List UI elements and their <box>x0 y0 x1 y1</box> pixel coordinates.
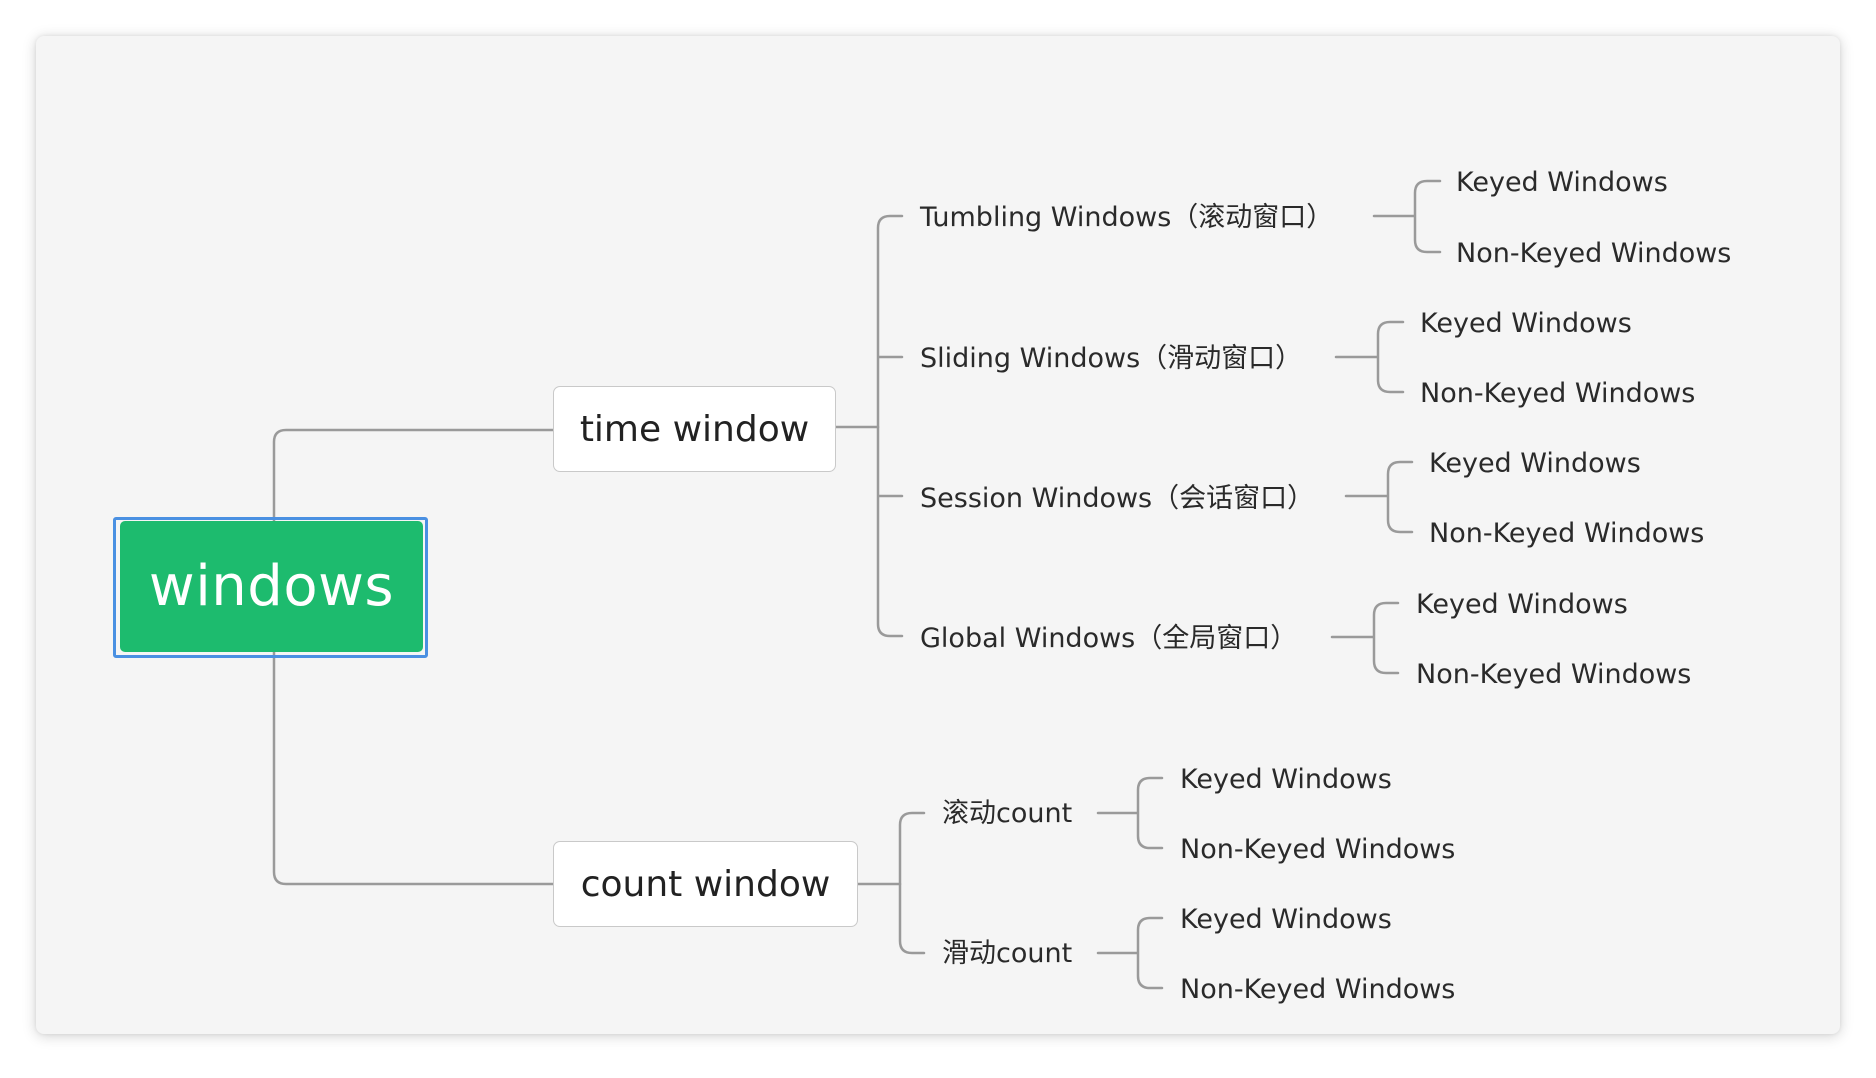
root-node-windows[interactable]: windows <box>120 521 423 652</box>
node-session-windows[interactable]: Session Windows（会话窗口） <box>920 485 1314 512</box>
node-sliding-count[interactable]: 滑动count <box>942 940 1072 967</box>
leaf-tumbling-count-non-keyed[interactable]: Non-Keyed Windows <box>1180 836 1455 863</box>
node-sliding-windows[interactable]: Sliding Windows（滑动窗口） <box>920 345 1302 372</box>
leaf-tumbling-count-keyed[interactable]: Keyed Windows <box>1180 766 1392 793</box>
connector-root-time <box>272 428 555 523</box>
connector-sliding <box>1334 320 1405 394</box>
node-count-window-label: count window <box>580 863 831 905</box>
connector-count-sliding <box>1096 916 1164 990</box>
leaf-sliding-count-non-keyed[interactable]: Non-Keyed Windows <box>1180 976 1455 1003</box>
leaf-sliding-keyed[interactable]: Keyed Windows <box>1420 310 1632 337</box>
connector-root-count <box>272 650 555 886</box>
connector-global <box>1330 601 1400 675</box>
leaf-global-keyed[interactable]: Keyed Windows <box>1416 591 1628 618</box>
node-tumbling-windows[interactable]: Tumbling Windows（滚动窗口） <box>920 204 1333 231</box>
node-tumbling-count[interactable]: 滚动count <box>942 800 1072 827</box>
node-time-window[interactable]: time window <box>553 386 836 472</box>
leaf-global-non-keyed[interactable]: Non-Keyed Windows <box>1416 661 1691 688</box>
node-global-windows[interactable]: Global Windows（全局窗口） <box>920 625 1297 652</box>
connector-time-bracket <box>876 214 904 638</box>
node-time-window-label: time window <box>579 408 810 450</box>
root-node-label: windows <box>148 554 395 619</box>
leaf-session-keyed[interactable]: Keyed Windows <box>1429 450 1641 477</box>
connector-count-tumbling <box>1096 776 1164 850</box>
leaf-tumbling-keyed[interactable]: Keyed Windows <box>1456 169 1668 196</box>
leaf-sliding-non-keyed[interactable]: Non-Keyed Windows <box>1420 380 1695 407</box>
connector-tumbling <box>1372 179 1442 254</box>
connector-count-bracket <box>898 811 926 955</box>
leaf-session-non-keyed[interactable]: Non-Keyed Windows <box>1429 520 1704 547</box>
node-count-window[interactable]: count window <box>553 841 858 927</box>
leaf-sliding-count-keyed[interactable]: Keyed Windows <box>1180 906 1392 933</box>
leaf-tumbling-non-keyed[interactable]: Non-Keyed Windows <box>1456 240 1731 267</box>
connector-session <box>1344 460 1414 534</box>
